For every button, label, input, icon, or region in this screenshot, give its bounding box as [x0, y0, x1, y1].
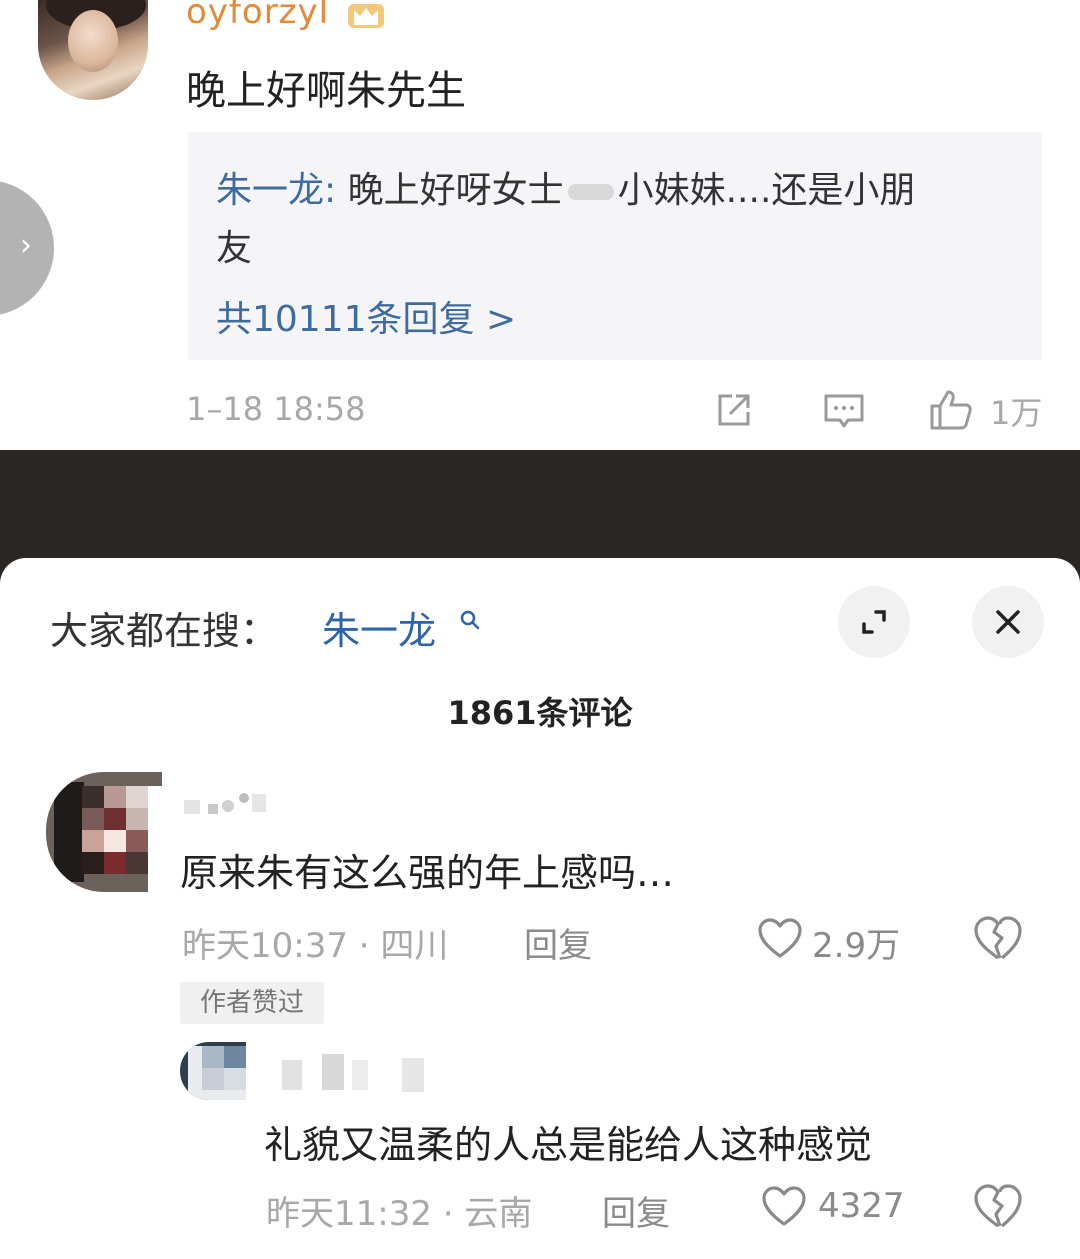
reply-preview[interactable]: 朱一龙: 晚上好呀女士 小妹妹....还是小朋 友 共10111条回复 > [188, 132, 1042, 360]
crown-icon [348, 4, 384, 28]
comment-meta: 昨天11:32 · 云南 [266, 1194, 533, 1234]
like-count: 4327 [818, 1186, 905, 1226]
comment-icon[interactable] [822, 392, 866, 430]
avatar[interactable] [46, 772, 162, 892]
comment-text: 晚上好啊朱先生 [186, 68, 466, 114]
trending-search-keyword[interactable]: 朱一龙 [322, 600, 436, 655]
search-icon [460, 610, 480, 630]
avatar-face [68, 10, 118, 72]
share-icon[interactable] [714, 390, 754, 430]
comment-text: 原来朱有这么强的年上感吗… [180, 851, 675, 895]
blurred-username [282, 1054, 424, 1092]
view-replies-link[interactable]: 共10111条回复 > [216, 290, 516, 342]
comment-text: 礼貌又温柔的人总是能给人这种感觉 [264, 1123, 873, 1167]
chevron-right-icon: › [20, 228, 32, 263]
expand-icon [862, 610, 886, 634]
blurred-username [184, 793, 266, 814]
top-comment-card: oyforzyl 晚上好啊朱先生 › 朱一龙: 晚上好呀女士 小妹妹....还是小… [0, 0, 1080, 450]
broken-heart-icon[interactable] [972, 914, 1024, 962]
username[interactable]: oyforzyl [186, 0, 329, 32]
comment-meta: 昨天10:37 · 四川 [182, 926, 449, 966]
like-count: 2.9万 [812, 926, 901, 966]
reply-text-part2: 小妹妹....还是小朋 [617, 170, 916, 211]
comment-count: 1861条评论 [447, 694, 633, 732]
close-button[interactable] [972, 586, 1044, 658]
reply-text-part3: 友 [216, 228, 253, 269]
avatar[interactable] [180, 1042, 246, 1100]
heart-icon[interactable] [760, 1184, 808, 1228]
reply-author[interactable]: 朱一龙: [216, 170, 336, 211]
comments-sheet: 大家都在搜： 朱一龙 1861条评论 原来朱有这么强的年上感吗… 昨天10:37… [0, 558, 1080, 1259]
close-icon [996, 610, 1020, 634]
reply-text-part1: 晚上好呀女士 [347, 170, 564, 211]
like-icon[interactable] [928, 388, 974, 432]
author-liked-badge: 作者赞过 [180, 982, 324, 1024]
heart-icon[interactable] [756, 916, 804, 960]
avatar[interactable] [38, 0, 148, 100]
reply-text: 朱一龙: 晚上好呀女士 小妹妹....还是小朋 友 [216, 162, 1006, 278]
side-expand-arrow[interactable]: › [0, 180, 54, 316]
blurred-emoji [567, 184, 614, 200]
expand-button[interactable] [838, 586, 910, 658]
comment-timestamp: 1–18 18:58 [186, 390, 366, 428]
like-count: 1万 [990, 394, 1043, 432]
reply-button[interactable]: 回复 [602, 1186, 670, 1235]
trending-search-label: 大家都在搜： [50, 609, 279, 653]
reply-button[interactable]: 回复 [524, 918, 592, 967]
broken-heart-icon[interactable] [972, 1182, 1024, 1230]
